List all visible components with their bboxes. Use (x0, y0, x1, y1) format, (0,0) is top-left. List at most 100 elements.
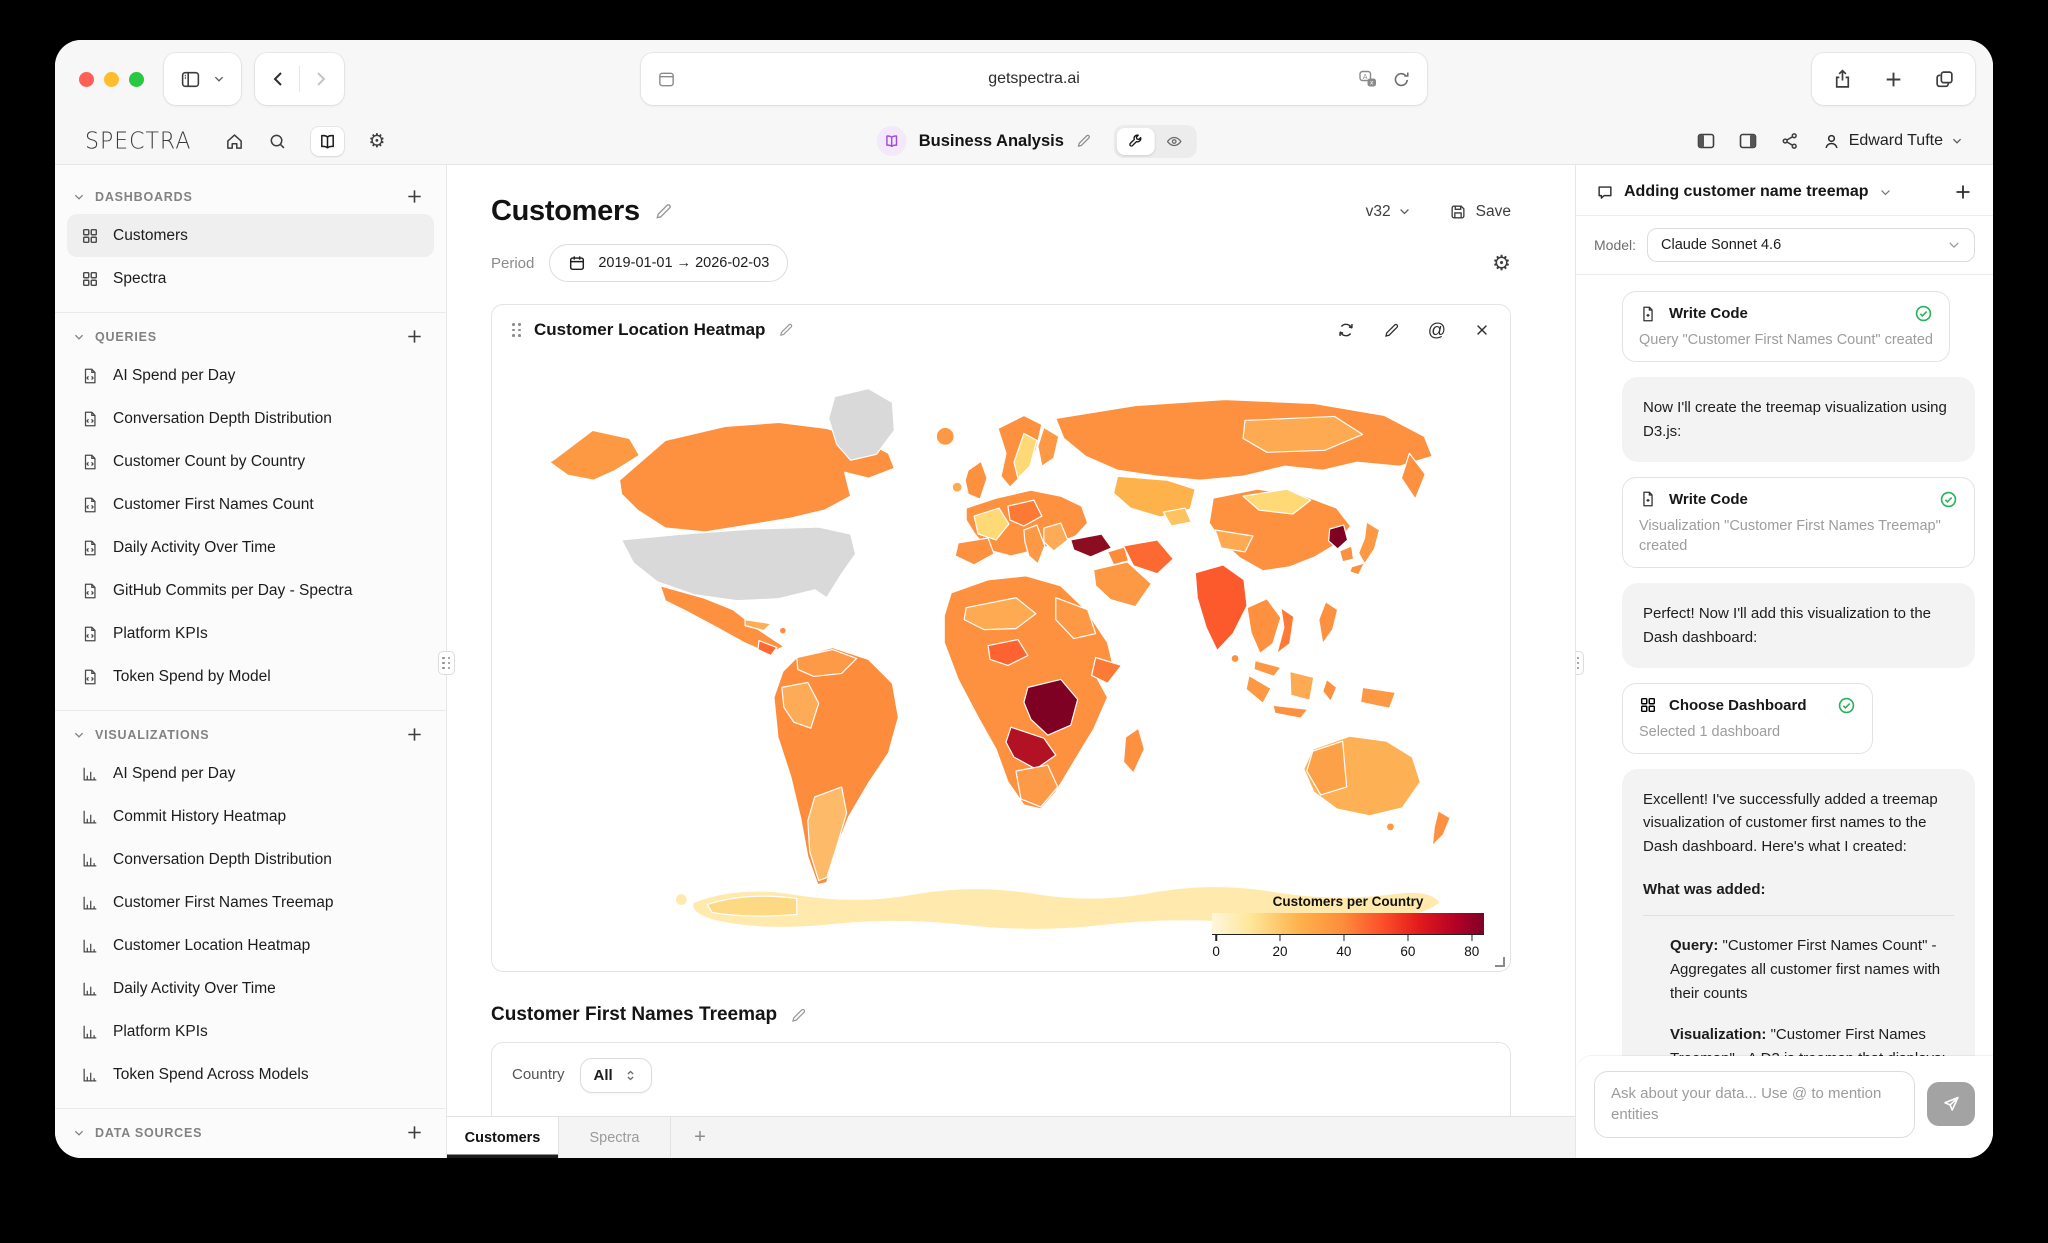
close-icon[interactable] (1474, 322, 1490, 338)
country-filter-select[interactable]: All (580, 1058, 652, 1093)
dashboard-icon (1639, 696, 1657, 714)
sidebar-item-customers[interactable]: Customers (67, 214, 434, 257)
legend-tick: 40 (1336, 935, 1351, 961)
add-dashboard-tab-button[interactable]: + (671, 1117, 729, 1158)
sidebar-item-token-spend-by-model[interactable]: Token Spend by Model (67, 655, 434, 698)
translate-icon[interactable]: Ax (1358, 69, 1378, 89)
sidebar-item-commit-history-heatmap[interactable]: Commit History Heatmap (67, 795, 434, 838)
period-range-picker[interactable]: 2019-01-01 → 2026-02-03 (549, 244, 788, 282)
sidebar-item-customer-count-by-country[interactable]: Customer Count by Country (67, 440, 434, 483)
edit-chart-icon[interactable] (1383, 322, 1400, 339)
user-icon (1822, 132, 1841, 151)
toggle-left-panel-icon[interactable] (1696, 131, 1716, 151)
edit-treemap-title-icon[interactable] (790, 1007, 807, 1024)
section-header[interactable]: QUERIES (55, 317, 446, 354)
back-icon[interactable] (269, 69, 289, 89)
sidebar-item-spectra[interactable]: Spectra (67, 257, 434, 300)
tool-call-card[interactable]: Write CodeVisualization "Customer First … (1622, 477, 1975, 569)
maximize-window-button[interactable] (129, 72, 144, 87)
calendar-icon (568, 254, 586, 272)
share-icon[interactable] (1832, 69, 1853, 90)
sidebar-item-platform-kpis[interactable]: Platform KPIs (67, 612, 434, 655)
sidebar-item-token-spend-across-models[interactable]: Token Spend Across Models (67, 1053, 434, 1096)
tool-call-card[interactable]: Choose DashboardSelected 1 dashboard (1622, 683, 1873, 754)
search-icon[interactable] (268, 132, 287, 151)
sidebar-resize-handle[interactable] (438, 651, 455, 675)
sidebar-item-label: Daily Activity Over Time (113, 539, 276, 557)
version-dropdown[interactable]: v32 (1366, 203, 1411, 221)
chat-panel-resize-handle[interactable] (1575, 651, 1584, 675)
refresh-icon[interactable] (1337, 321, 1355, 339)
section-add-button[interactable] (405, 327, 424, 346)
model-label: Model: (1594, 237, 1636, 253)
sidebar-item-conversation-depth-distribution[interactable]: Conversation Depth Distribution (67, 838, 434, 881)
chevron-down-icon (1947, 238, 1961, 252)
sidebar-item-ai-spend-per-day[interactable]: AI Spend per Day (67, 354, 434, 397)
section-label: DATA SOURCES (95, 1126, 202, 1140)
address-bar[interactable]: getspectra.ai Ax (641, 53, 1427, 105)
bar-chart-icon (81, 894, 99, 912)
save-button[interactable]: Save (1449, 203, 1511, 221)
section-header[interactable]: VISUALIZATIONS (55, 715, 446, 752)
new-chat-button[interactable] (1953, 182, 1973, 202)
sidebar-item-daily-activity-over-time[interactable]: Daily Activity Over Time (67, 967, 434, 1010)
version-label: v32 (1366, 203, 1391, 221)
section-header[interactable]: DATA SOURCES (55, 1113, 446, 1150)
browser-sidebar-toggle[interactable] (164, 53, 241, 105)
country-filter-label: Country (512, 1066, 565, 1083)
toggle-right-panel-icon[interactable] (1738, 131, 1758, 151)
sidebar-item-github-commits-per-day-spectra[interactable]: GitHub Commits per Day - Spectra (67, 569, 434, 612)
close-window-button[interactable] (79, 72, 94, 87)
preview-mode-button[interactable] (1155, 128, 1194, 155)
mention-icon[interactable]: @ (1428, 321, 1446, 339)
browser-window-actions (1812, 53, 1975, 105)
dashboard-tab-spectra[interactable]: Spectra (559, 1117, 671, 1158)
user-menu[interactable]: Edward Tufte (1822, 132, 1963, 151)
chat-thread-title[interactable]: Adding customer name treemap (1624, 183, 1869, 201)
browser-window: getspectra.ai Ax SPECTRA ⚙ Business Anal… (55, 40, 1993, 1158)
sidebar-item-conversation-depth-distribution[interactable]: Conversation Depth Distribution (67, 397, 434, 440)
edit-title-icon[interactable] (654, 202, 673, 221)
section-add-button[interactable] (405, 187, 424, 206)
tab-overview-icon[interactable] (1934, 69, 1955, 90)
chevron-down-icon (1398, 205, 1411, 218)
section-header[interactable]: DASHBOARDS (55, 177, 446, 214)
sidebar-item-label: Customer First Names Treemap (113, 894, 334, 912)
dashboard-tab-customers[interactable]: Customers (447, 1117, 559, 1158)
chat-messages: Write CodeQuery "Customer First Names Co… (1576, 275, 1993, 1070)
share-network-icon[interactable] (1780, 131, 1800, 151)
success-check-icon (1819, 696, 1856, 715)
build-mode-button[interactable] (1117, 128, 1155, 155)
chat-bubble-icon (1596, 183, 1614, 201)
country-filter-value: All (594, 1067, 613, 1084)
sidebar-item-daily-activity-over-time[interactable]: Daily Activity Over Time (67, 526, 434, 569)
tool-call-card[interactable]: Write CodeQuery "Customer First Names Co… (1622, 291, 1950, 362)
edit-pencil-icon[interactable] (1076, 133, 1092, 149)
home-icon[interactable] (225, 132, 244, 151)
forward-icon[interactable] (310, 69, 330, 89)
sidebar-item-customer-first-names-count[interactable]: Customer First Names Count (67, 483, 434, 526)
section-add-button[interactable] (405, 1123, 424, 1142)
reload-icon[interactable] (1392, 70, 1411, 89)
chat-input[interactable]: Ask about your data... Use @ to mention … (1594, 1071, 1915, 1139)
sidebar-item-customer-first-names-treemap[interactable]: Customer First Names Treemap (67, 881, 434, 924)
library-nav-active[interactable] (311, 127, 344, 156)
minimize-window-button[interactable] (104, 72, 119, 87)
sidebar-item-platform-kpis[interactable]: Platform KPIs (67, 1010, 434, 1053)
edit-card-title-icon[interactable] (778, 322, 794, 338)
send-button[interactable] (1927, 1082, 1975, 1126)
sidebar-item-label: Customer Count by Country (113, 453, 305, 471)
card-resize-handle[interactable] (1495, 957, 1505, 967)
drag-handle-icon[interactable] (512, 323, 521, 337)
section-label: VISUALIZATIONS (95, 728, 209, 742)
sidebar-item-ai-spend-per-day[interactable]: AI Spend per Day (67, 752, 434, 795)
new-tab-icon[interactable] (1883, 69, 1904, 90)
world-choropleth-map[interactable]: Customers per Country 020406080 (492, 350, 1510, 971)
workspace-icon (877, 126, 907, 156)
sidebar-item-customer-location-heatmap[interactable]: Customer Location Heatmap (67, 924, 434, 967)
dashboard-settings-icon[interactable]: ⚙ (1492, 253, 1511, 274)
section-add-button[interactable] (405, 725, 424, 744)
model-select[interactable]: Claude Sonnet 4.6 (1647, 228, 1975, 262)
settings-gear-icon[interactable]: ⚙ (368, 132, 385, 151)
website-icon (657, 70, 676, 89)
